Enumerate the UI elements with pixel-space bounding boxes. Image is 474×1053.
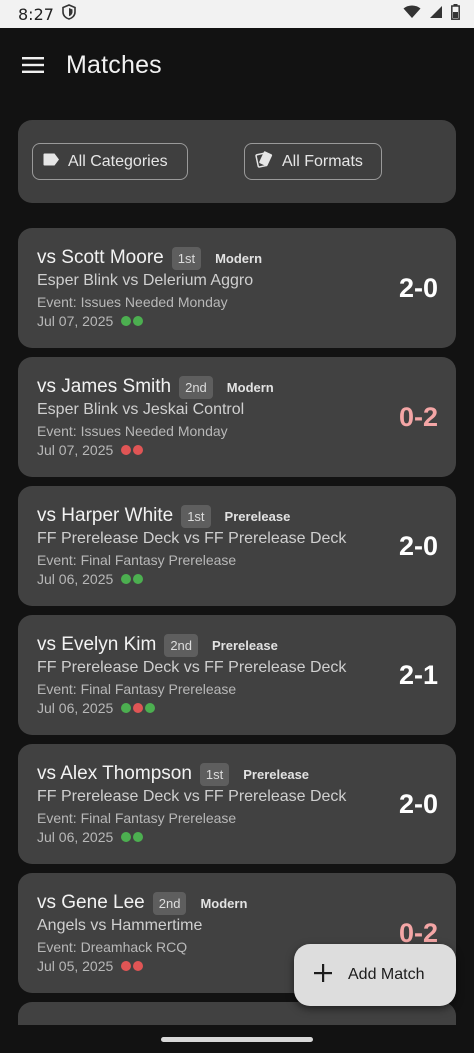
event-name: Event: Issues Needed Monday: [37, 294, 228, 310]
label-tag-icon: [43, 153, 60, 171]
deck-matchup: Esper Blink vs Jeskai Control: [37, 401, 245, 418]
game-loss-dot: [133, 703, 144, 713]
plus-icon: [314, 963, 332, 987]
game-win-dot: [145, 703, 156, 713]
opponent-name: vs Harper White: [37, 505, 174, 526]
opponent-name: vs Alex Thompson: [37, 763, 192, 784]
match-date: Jul 07, 2025: [37, 442, 114, 458]
match-date: Jul 05, 2025: [37, 958, 114, 974]
seat-badge: 1st: [199, 762, 230, 786]
format-label: Prerelease: [243, 766, 310, 782]
deck-matchup: FF Prerelease Deck vs FF Prerelease Deck: [37, 530, 347, 547]
status-bar: 8:27: [0, 0, 474, 28]
deck-matchup: Angels vs Hammertime: [37, 917, 203, 934]
format-filter-label: All Formats: [282, 152, 363, 170]
format-filter-chip[interactable]: All Formats: [244, 143, 382, 180]
event-name: Event: Final Fantasy Prerelease: [37, 810, 237, 826]
game-win-dot: [121, 316, 132, 326]
match-card[interactable]: vs Alex Thompson 1st Prerelease FF Prerele…: [18, 744, 456, 864]
match-date: Jul 06, 2025: [37, 829, 114, 845]
match-card[interactable]: vs Evelyn Kim 2nd Prerelease FF Prerelease…: [18, 615, 456, 735]
game-results: [121, 832, 144, 842]
deck-matchup: Esper Blink vs Delerium Aggro: [37, 272, 254, 289]
gesture-nav-bar: [0, 1025, 474, 1053]
add-match-label: Add Match: [348, 966, 425, 983]
game-loss-dot: [133, 445, 144, 455]
game-results: [121, 574, 144, 584]
category-filter-label: All Categories: [68, 152, 168, 170]
format-label: Modern: [226, 379, 274, 395]
battery-icon: [451, 3, 460, 25]
event-name: Event: Final Fantasy Prerelease: [37, 681, 237, 697]
game-loss-dot: [121, 445, 132, 455]
home-handle[interactable]: [161, 1036, 313, 1042]
game-results: [121, 316, 144, 326]
app-bar: Matches: [0, 28, 474, 102]
deck-matchup: FF Prerelease Deck vs FF Prerelease Deck: [37, 788, 347, 805]
game-win-dot: [121, 703, 132, 713]
match-date: Jul 07, 2025: [37, 313, 114, 329]
game-win-dot: [121, 832, 132, 842]
opponent-name: vs Evelyn Kim: [37, 634, 157, 655]
game-win-dot: [133, 316, 144, 326]
game-results: [121, 445, 144, 455]
match-score: 0-2: [398, 401, 438, 432]
filter-panel: All Categories All Formats: [18, 120, 456, 203]
seat-badge: 1st: [181, 504, 211, 528]
match-card[interactable]: vs Harper White 1st Prerelease FF Prerelea…: [18, 486, 456, 606]
event-name: Event: Issues Needed Monday: [37, 423, 228, 439]
menu-icon[interactable]: [20, 52, 46, 78]
game-win-dot: [133, 832, 144, 842]
status-time: 8:27: [18, 4, 54, 24]
game-loss-dot: [133, 961, 144, 971]
category-filter-chip[interactable]: All Categories: [32, 143, 188, 180]
match-card[interactable]: vs Scott Moore 1st Modern Esper Blink vs D…: [18, 228, 456, 348]
match-date: Jul 06, 2025: [37, 700, 114, 716]
match-score: 2-1: [398, 659, 438, 690]
opponent-name: vs James Smith: [37, 376, 172, 397]
opponent-name: vs Gene Lee: [37, 892, 145, 913]
match-score: 2-0: [398, 272, 438, 303]
game-win-dot: [121, 574, 132, 584]
cards-icon: [255, 150, 274, 173]
seat-badge: 1st: [171, 246, 202, 270]
match-score: 2-0: [398, 530, 438, 561]
add-match-button[interactable]: Add Match: [294, 944, 456, 1006]
event-name: Event: Final Fantasy Prerelease: [37, 552, 237, 568]
seat-badge: 2nd: [164, 633, 199, 657]
match-date: Jul 06, 2025: [37, 571, 114, 587]
format-label: Prerelease: [224, 508, 291, 524]
match-card[interactable]: vs James Smith 2nd Modern Esper Blink vs J…: [18, 357, 456, 477]
shield-icon: [62, 3, 76, 25]
game-results: [121, 961, 144, 971]
seat-badge: 2nd: [152, 891, 187, 915]
format-label: Modern: [215, 250, 263, 266]
deck-matchup: FF Prerelease Deck vs FF Prerelease Deck: [37, 659, 347, 676]
game-loss-dot: [121, 961, 132, 971]
signal-icon: [429, 5, 443, 24]
format-label: Modern: [200, 895, 248, 911]
game-results: [121, 703, 156, 713]
game-win-dot: [133, 574, 144, 584]
match-score: 2-0: [398, 788, 438, 819]
opponent-name: vs Scott Moore: [37, 247, 164, 268]
seat-badge: 2nd: [179, 375, 213, 399]
wifi-icon: [403, 5, 421, 24]
event-name: Event: Dreamhack RCQ: [37, 939, 188, 955]
page-title: Matches: [66, 50, 162, 79]
format-label: Prerelease: [212, 637, 278, 653]
